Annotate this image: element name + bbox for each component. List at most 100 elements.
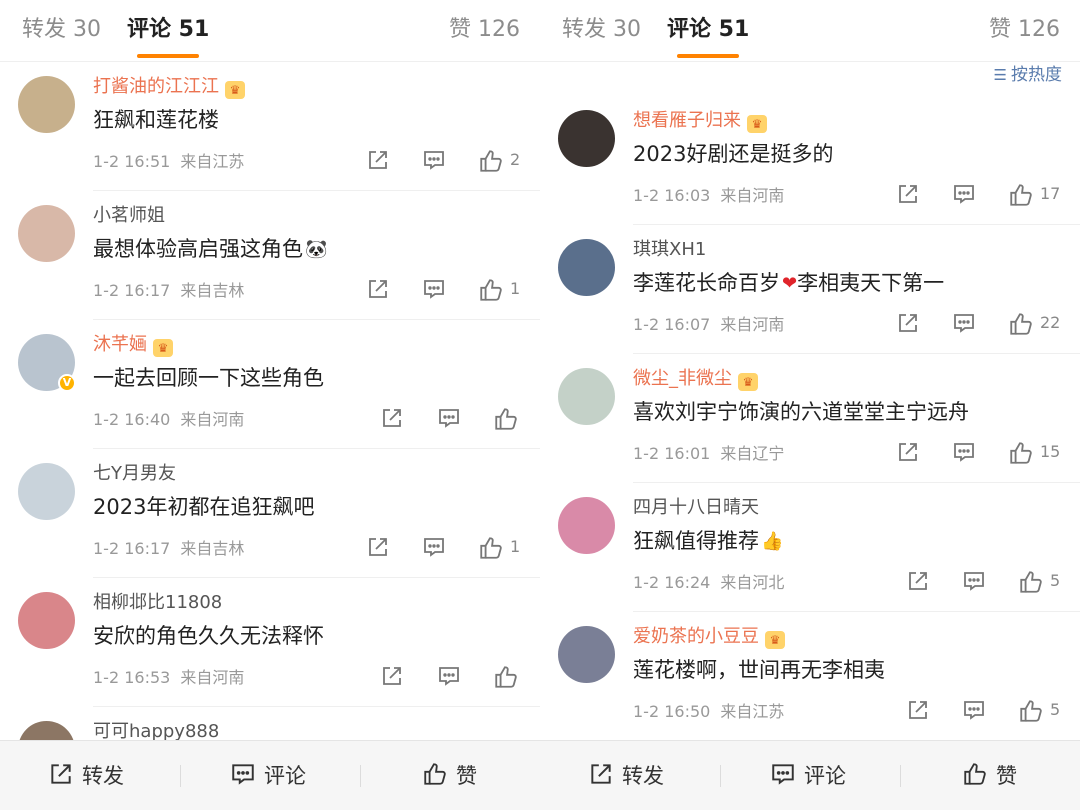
reply-button[interactable] bbox=[437, 406, 461, 434]
avatar[interactable]: V bbox=[18, 334, 76, 392]
username-text: 相柳邶比11808 bbox=[93, 592, 223, 613]
comment-icon bbox=[954, 443, 974, 462]
tab-comment[interactable]: 评论 51 bbox=[667, 14, 749, 58]
share-button[interactable] bbox=[896, 311, 920, 339]
like-button[interactable]: 22 bbox=[1008, 311, 1060, 339]
reply-button[interactable] bbox=[962, 569, 986, 597]
bottom-comment-button[interactable]: 评论 bbox=[230, 761, 306, 791]
tab-likes[interactable]: 赞 126 bbox=[449, 14, 520, 46]
like-button[interactable] bbox=[493, 406, 519, 434]
comment-item: 爱奶茶的小豆豆 ♛ 莲花楼啊，世间再无李相夷 1-2 16:50 来自江苏 5 bbox=[540, 612, 1080, 741]
sort-by-hot-button[interactable]: ☰ 按热度 bbox=[994, 60, 1062, 85]
comment-time: 1-2 16:03 bbox=[633, 186, 711, 205]
thumbs-up-icon bbox=[1010, 313, 1032, 335]
like-button[interactable]: 1 bbox=[478, 277, 520, 305]
comment-item: 四月十八日晴天 狂飙值得推荐 👍 1-2 16:24 来自河北 5 bbox=[540, 483, 1080, 612]
comment-icon bbox=[964, 701, 984, 720]
like-button[interactable]: 2 bbox=[478, 148, 520, 176]
sort-label: 按热度 bbox=[1011, 65, 1062, 85]
username-text: 小茗师姐 bbox=[93, 205, 165, 226]
reply-button[interactable] bbox=[962, 698, 986, 726]
avatar[interactable] bbox=[558, 497, 615, 554]
comment-item: 微尘_非微尘 ♛ 喜欢刘宇宁饰演的六道堂堂主宁远舟 1-2 16:01 来自辽宁 1… bbox=[540, 354, 1080, 483]
comment-time: 1-2 16:01 bbox=[633, 444, 711, 463]
comment-username[interactable]: 四月十八日晴天 bbox=[633, 495, 759, 521]
tab-repost[interactable]: 转发 30 bbox=[562, 14, 641, 46]
right-comment-panel: 转发 30 评论 51 赞 126 ☰ 按热度 想看雁子归来 ♛ 2023好剧还是挺… bbox=[540, 0, 1080, 810]
share-button[interactable] bbox=[380, 664, 404, 692]
share-icon bbox=[383, 409, 401, 427]
comment-meta: 1-2 16:01 来自辽宁 bbox=[633, 442, 784, 466]
comment-location: 来自吉林 bbox=[180, 539, 245, 558]
like-button[interactable]: 1 bbox=[478, 535, 520, 563]
avatar[interactable] bbox=[558, 110, 615, 167]
comment-location: 来自河北 bbox=[720, 573, 785, 592]
share-button[interactable] bbox=[366, 535, 390, 563]
vip-badge-icon: ♛ bbox=[225, 81, 245, 99]
comment-username[interactable]: 沐芊婳 ♛ bbox=[93, 332, 173, 358]
comment-text-part1: 李莲花长命百岁 bbox=[633, 271, 780, 295]
sort-icon: ☰ bbox=[993, 66, 1007, 84]
reply-button[interactable] bbox=[437, 664, 461, 692]
like-button[interactable]: 15 bbox=[1008, 440, 1060, 468]
avatar[interactable] bbox=[558, 626, 615, 683]
bottom-like-button[interactable]: 赞 bbox=[962, 761, 1017, 791]
avatar[interactable] bbox=[18, 721, 75, 740]
comment-item: 打酱油的江江江 ♛ 狂飙和莲花楼 1-2 16:51 来自江苏 2 bbox=[0, 62, 540, 191]
bottom-comment-label: 评论 bbox=[804, 764, 846, 788]
like-button[interactable]: 17 bbox=[1008, 182, 1060, 210]
share-button[interactable] bbox=[906, 569, 930, 597]
share-button[interactable] bbox=[380, 406, 404, 434]
comment-username[interactable]: 微尘_非微尘 ♛ bbox=[633, 366, 758, 392]
vip-badge-icon: ♛ bbox=[765, 631, 785, 649]
bottom-repost-button[interactable]: 转发 bbox=[48, 761, 124, 791]
bottom-action-bar: 转发 评论 赞 bbox=[540, 740, 1080, 810]
share-button[interactable] bbox=[896, 440, 920, 468]
username-text: 可可happy888 bbox=[93, 721, 220, 740]
comment-username[interactable]: 想看雁子归来 ♛ bbox=[633, 108, 767, 134]
comment-username[interactable]: 小茗师姐 bbox=[93, 203, 165, 229]
bottom-like-button[interactable]: 赞 bbox=[422, 761, 477, 791]
reply-button[interactable] bbox=[952, 311, 976, 339]
comment-username[interactable]: 七Y月男友 bbox=[93, 461, 176, 487]
bottom-like-label: 赞 bbox=[996, 764, 1017, 788]
avatar[interactable] bbox=[18, 592, 75, 649]
like-count: 1 bbox=[510, 537, 521, 556]
comment-username[interactable]: 相柳邶比11808 bbox=[93, 590, 222, 616]
share-button[interactable] bbox=[906, 698, 930, 726]
avatar[interactable] bbox=[18, 205, 75, 262]
tab-comment[interactable]: 评论 51 bbox=[127, 14, 209, 58]
avatar[interactable] bbox=[558, 239, 615, 296]
reply-button[interactable] bbox=[952, 182, 976, 210]
avatar[interactable] bbox=[18, 463, 75, 520]
reply-button[interactable] bbox=[422, 535, 446, 563]
reply-button[interactable] bbox=[422, 148, 446, 176]
share-icon bbox=[909, 701, 927, 719]
avatar[interactable] bbox=[558, 368, 615, 425]
comment-meta: 1-2 16:17 来自吉林 bbox=[93, 279, 244, 303]
panda-emoji-icon: 🐼 bbox=[305, 239, 328, 260]
comment-username[interactable]: 爱奶茶的小豆豆 ♛ bbox=[633, 624, 785, 650]
share-button[interactable] bbox=[366, 148, 390, 176]
bottom-repost-button[interactable]: 转发 bbox=[588, 761, 664, 791]
like-button[interactable]: 5 bbox=[1018, 569, 1060, 597]
comment-time: 1-2 16:24 bbox=[633, 573, 711, 592]
thumbs-up-icon bbox=[1020, 571, 1042, 593]
comment-username[interactable]: 可可happy888 bbox=[93, 719, 219, 740]
tab-repost[interactable]: 转发 30 bbox=[22, 14, 101, 46]
like-button[interactable]: 5 bbox=[1018, 698, 1060, 726]
vip-badge-icon: ♛ bbox=[153, 339, 173, 357]
tab-likes[interactable]: 赞 126 bbox=[989, 14, 1060, 46]
avatar[interactable] bbox=[18, 76, 75, 133]
like-button[interactable] bbox=[493, 664, 519, 692]
comment-username[interactable]: 打酱油的江江江 ♛ bbox=[93, 74, 245, 100]
share-button[interactable] bbox=[896, 182, 920, 210]
reply-button[interactable] bbox=[422, 277, 446, 305]
bottom-comment-button[interactable]: 评论 bbox=[770, 761, 846, 791]
comment-time: 1-2 16:17 bbox=[93, 281, 171, 300]
username-text: 微尘_非微尘 bbox=[633, 368, 732, 389]
reply-button[interactable] bbox=[952, 440, 976, 468]
comment-item: 琪琪XH1 李莲花长命百岁 ❤李相夷天下第一 1-2 16:07 来自河南 22 bbox=[540, 225, 1080, 354]
comment-username[interactable]: 琪琪XH1 bbox=[633, 237, 706, 263]
share-button[interactable] bbox=[366, 277, 390, 305]
